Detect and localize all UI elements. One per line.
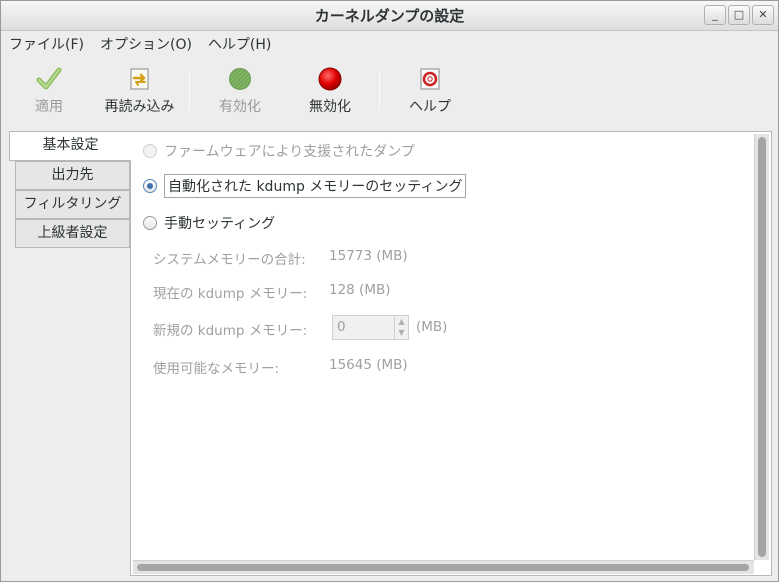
tab-output-destination[interactable]: 出力先 (15, 161, 130, 190)
check-icon (36, 67, 62, 90)
new-kdump-memory-value: 0 (337, 319, 346, 335)
toolbar-separator (379, 71, 380, 111)
window-title: カーネルダンプの設定 (314, 7, 465, 25)
tab-advanced-settings[interactable]: 上級者設定 (15, 219, 130, 248)
close-button[interactable]: ✕ (752, 5, 774, 25)
manual-setting-option[interactable]: 手動セッティング (143, 211, 275, 235)
new-kdump-memory-spinner[interactable]: 0 ▲ ▼ (332, 315, 409, 340)
spinner-down-icon[interactable]: ▼ (395, 327, 408, 338)
help-button[interactable]: ヘルプ (399, 61, 461, 121)
usable-memory-label: 使用可能なメモリー: (153, 361, 280, 377)
toolbar: 適用 再読み込み 有効化 無効化 ヘルプ (1, 61, 778, 121)
menu-file[interactable]: ファイル(F) (1, 32, 92, 58)
menu-bar: ファイル(F) オプション(O) ヘルプ(H) (1, 32, 778, 58)
automatic-memory-radio[interactable] (143, 179, 157, 193)
automatic-memory-option[interactable]: 自動化された kdump メモリーのセッティング (143, 174, 467, 198)
manual-setting-label: 手動セッティング (164, 216, 276, 232)
title-bar[interactable]: カーネルダンプの設定 _ □ ✕ (1, 1, 778, 31)
red-circle-icon (318, 67, 342, 91)
menu-help[interactable]: ヘルプ(H) (200, 32, 279, 58)
firmware-assisted-dump-radio[interactable] (143, 144, 157, 158)
manual-setting-radio[interactable] (143, 216, 157, 230)
enable-label: 有効化 (219, 99, 261, 115)
main-window: カーネルダンプの設定 _ □ ✕ ファイル(F) オプション(O) ヘルプ(H)… (0, 0, 779, 582)
tab-filtering[interactable]: フィルタリング (15, 190, 130, 219)
toolbar-separator (189, 71, 190, 111)
help-icon (420, 68, 440, 90)
disable-button[interactable]: 無効化 (297, 61, 363, 121)
current-kdump-memory-value: 128 (MB) (329, 282, 391, 298)
reload-label: 再読み込み (104, 99, 175, 115)
window-controls: _ □ ✕ (704, 5, 774, 25)
minimize-button[interactable]: _ (704, 5, 726, 25)
green-circle-icon (229, 68, 251, 90)
help-label: ヘルプ (409, 99, 451, 115)
apply-button[interactable]: 適用 (19, 61, 79, 121)
vertical-scrollbar-thumb[interactable] (758, 137, 766, 557)
maximize-button[interactable]: □ (728, 5, 750, 25)
basic-settings-pane: ファームウェアにより支援されたダンプ 自動化された kdump メモリーのセッテ… (130, 131, 772, 576)
usable-memory-value: 15645 (MB) (329, 357, 408, 373)
spinner-buttons: ▲ ▼ (394, 316, 408, 339)
new-kdump-memory-unit: (MB) (416, 319, 448, 335)
menu-options[interactable]: オプション(O) (92, 32, 200, 58)
new-kdump-memory-label: 新規の kdump メモリー: (153, 323, 308, 339)
system-memory-value: 15773 (MB) (329, 248, 408, 264)
current-kdump-memory-label: 現在の kdump メモリー: (153, 286, 308, 302)
reload-button[interactable]: 再読み込み (97, 61, 182, 121)
system-memory-label: システムメモリーの合計: (153, 252, 306, 268)
firmware-assisted-dump-label: ファームウェアにより支援されたダンプ (164, 144, 415, 160)
horizontal-scrollbar[interactable] (133, 560, 754, 574)
reload-icon (130, 68, 148, 90)
automatic-memory-label: 自動化された kdump メモリーのセッティング (164, 174, 467, 198)
firmware-assisted-dump-option[interactable]: ファームウェアにより支援されたダンプ (143, 139, 415, 163)
spinner-up-icon[interactable]: ▲ (395, 316, 408, 327)
vertical-scrollbar[interactable] (754, 134, 769, 560)
horizontal-scrollbar-thumb[interactable] (137, 564, 749, 571)
disable-label: 無効化 (309, 99, 351, 115)
apply-label: 適用 (35, 99, 63, 115)
enable-button[interactable]: 有効化 (207, 61, 273, 121)
tab-basic-settings[interactable]: 基本設定 (9, 131, 131, 161)
